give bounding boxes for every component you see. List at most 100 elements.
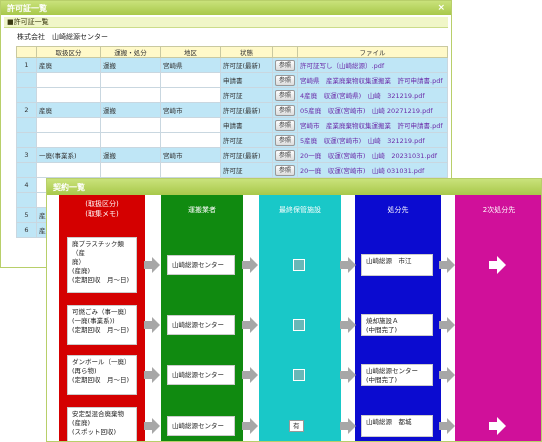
- table-row[interactable]: 許可証 参照 20一廃 収運(宮崎市) 山崎 031031.pdf: [16, 162, 449, 178]
- row-number: 3: [16, 147, 37, 163]
- permit-window-titlebar[interactable]: 許可証一覧 ×: [1, 1, 451, 15]
- arrow-shaft: [489, 261, 497, 269]
- transporter-box[interactable]: 山崎総源センター: [167, 315, 235, 335]
- transporter-box[interactable]: 山崎総源センター: [167, 365, 235, 385]
- area-cell: [160, 162, 221, 178]
- category-cell: [36, 162, 101, 178]
- category-cell: [36, 117, 101, 133]
- file-link[interactable]: 宮崎県 産業廃棄物収集運搬業 許可申請書.pdf: [297, 72, 449, 88]
- file-link[interactable]: 20一廃 収運(宮崎市) 山崎 031031.pdf: [297, 162, 449, 178]
- arrow-head: [152, 418, 160, 434]
- table-row[interactable]: 許可証 参照 4産廃 収運(宮崎県) 山崎 321219.pdf: [16, 87, 449, 103]
- waste-item-line: (定期回収 月～日): [72, 326, 130, 334]
- transporter-box[interactable]: 山崎総源センター: [167, 416, 235, 436]
- reference-button[interactable]: 参照: [275, 149, 296, 161]
- category-cell: 産廃: [36, 57, 101, 73]
- operation-cell: 運搬: [100, 102, 161, 118]
- arrow-head: [348, 257, 356, 273]
- disposal-box[interactable]: 焼却施設Ａ (中間完了): [361, 314, 433, 336]
- table-row[interactable]: 1 産廃 運搬 宮崎県 許可証(最新) 参照 許可証写し（山崎総源）.pdf: [16, 57, 449, 73]
- arrow-head: [447, 367, 455, 383]
- waste-item-line: (再ら物): [72, 367, 97, 375]
- section-header: ■許可証一覧: [4, 17, 448, 28]
- disposal-line: 山崎総源センター: [366, 367, 418, 375]
- waste-item-box[interactable]: 廃プラスチック類（産 廃） (産廃) (定期回収 月～日): [67, 237, 137, 293]
- transporter-box[interactable]: 山崎総源センター: [167, 255, 235, 275]
- storage-header: 最終保管施設: [279, 206, 321, 214]
- secondary-header: 2次処分先: [482, 206, 516, 214]
- ref-cell: 参照: [271, 162, 299, 178]
- waste-item-box[interactable]: ダンボール（一廃） (再ら物) (定期回収 月～日): [67, 355, 137, 395]
- disposal-box[interactable]: 山崎総源 都城: [361, 415, 433, 437]
- disposal-line: 山崎総源 都城: [366, 418, 412, 426]
- close-icon[interactable]: ×: [437, 3, 445, 13]
- area-cell: [160, 117, 221, 133]
- column-header: 状態: [220, 46, 273, 58]
- waste-item-line: (定期回収 月～日): [72, 376, 130, 384]
- row-number: [16, 162, 37, 178]
- column-header: 地区: [160, 46, 221, 58]
- waste-item-line: 廃）: [72, 258, 85, 266]
- waste-item-box[interactable]: 可燃ごみ（事一廃） (一廃(事業系)) (定期回収 月～日): [67, 305, 137, 345]
- arrow-shaft: [489, 422, 497, 430]
- waste-item-line: ダンボール（一廃）: [72, 358, 131, 366]
- arrow-shaft: [242, 371, 250, 379]
- column-header: [271, 46, 299, 58]
- file-link[interactable]: 5産廃 収運(宮崎市) 山崎 321219.pdf: [297, 132, 449, 148]
- contract-window-titlebar[interactable]: 契約一覧: [47, 179, 541, 195]
- arrow-head: [348, 317, 356, 333]
- table-row[interactable]: 3 一廃(事業系) 運搬 宮崎市 許可証(最新) 参照 20一廃 収運(宮崎市) 山崎 20…: [16, 147, 449, 163]
- ref-cell: 参照: [271, 87, 299, 103]
- waste-item-box[interactable]: 安定型混合廃棄物 (産廃) (スポット回収): [67, 407, 137, 441]
- table-row[interactable]: 許可証 参照 5産廃 収運(宮崎市) 山崎 321219.pdf: [16, 132, 449, 148]
- contract-window-title: 契約一覧: [53, 182, 85, 192]
- category-header-line1: (取扱区分): [85, 200, 119, 208]
- reference-button[interactable]: 参照: [275, 59, 296, 71]
- row-number: 4: [16, 177, 37, 193]
- disposal-line: (中間完了): [366, 376, 398, 384]
- operation-cell: [100, 72, 161, 88]
- status-cell: 申請書: [220, 117, 273, 133]
- table-row[interactable]: 申請書 参照 宮崎市 産業廃棄物収集運搬業 許可申請書.pdf: [16, 117, 449, 133]
- arrow-head: [250, 367, 258, 383]
- column-header: ファイル: [297, 46, 449, 58]
- reference-button[interactable]: 参照: [275, 74, 296, 86]
- reference-button[interactable]: 参照: [275, 104, 296, 116]
- file-link[interactable]: 4産廃 収運(宮崎県) 山崎 321219.pdf: [297, 87, 449, 103]
- arrow-shaft: [439, 422, 447, 430]
- arrow-shaft: [439, 371, 447, 379]
- disposal-line: (中間完了): [366, 326, 398, 334]
- disposal-box[interactable]: 山崎総源センター (中間完了): [361, 364, 433, 386]
- category-cell: [36, 132, 101, 148]
- area-cell: [160, 132, 221, 148]
- file-link[interactable]: 許可証写し（山崎総源）.pdf: [297, 57, 449, 73]
- table-row[interactable]: 2 産廃 運搬 宮崎市 許可証(最新) 参照 05産廃 収運(宮崎市) 山崎 2027121…: [16, 102, 449, 118]
- row-number: [16, 192, 37, 208]
- contract-list-window: 契約一覧 (取扱区分) (取集メモ) 運搬業者 最終保管施設 処分先 2次処分先…: [46, 178, 542, 442]
- area-cell: [160, 72, 221, 88]
- waste-item-line: 安定型混合廃棄物: [72, 410, 124, 418]
- status-cell: 許可証: [220, 132, 273, 148]
- reference-button[interactable]: 参照: [275, 119, 296, 131]
- category-cell: [36, 72, 101, 88]
- disposal-box[interactable]: 山崎総源 市江: [361, 254, 433, 276]
- status-cell: 申請書: [220, 72, 273, 88]
- file-link[interactable]: 20一廃 収運(宮崎市) 山崎 20231031.pdf: [297, 147, 449, 163]
- operation-cell: [100, 132, 161, 148]
- file-link[interactable]: 宮崎市 産業廃棄物収集運搬業 許可申請書.pdf: [297, 117, 449, 133]
- row-number: 6: [16, 222, 37, 238]
- arrow-head: [497, 417, 506, 435]
- row-number: [16, 117, 37, 133]
- status-cell: 許可証: [220, 87, 273, 103]
- arrow-shaft: [439, 321, 447, 329]
- reference-button[interactable]: 参照: [275, 134, 296, 146]
- arrow-shaft: [340, 422, 348, 430]
- reference-button[interactable]: 参照: [275, 164, 296, 176]
- reference-button[interactable]: 参照: [275, 89, 296, 101]
- row-number: [16, 87, 37, 103]
- table-row[interactable]: 申請書 参照 宮崎県 産業廃棄物収集運搬業 許可申請書.pdf: [16, 72, 449, 88]
- category-header-line2: (取集メモ): [85, 210, 119, 218]
- disposal-line: 焼却施設Ａ: [366, 317, 399, 325]
- file-link[interactable]: 05産廃 収運(宮崎市) 山崎 20271219.pdf: [297, 102, 449, 118]
- operation-cell: [100, 87, 161, 103]
